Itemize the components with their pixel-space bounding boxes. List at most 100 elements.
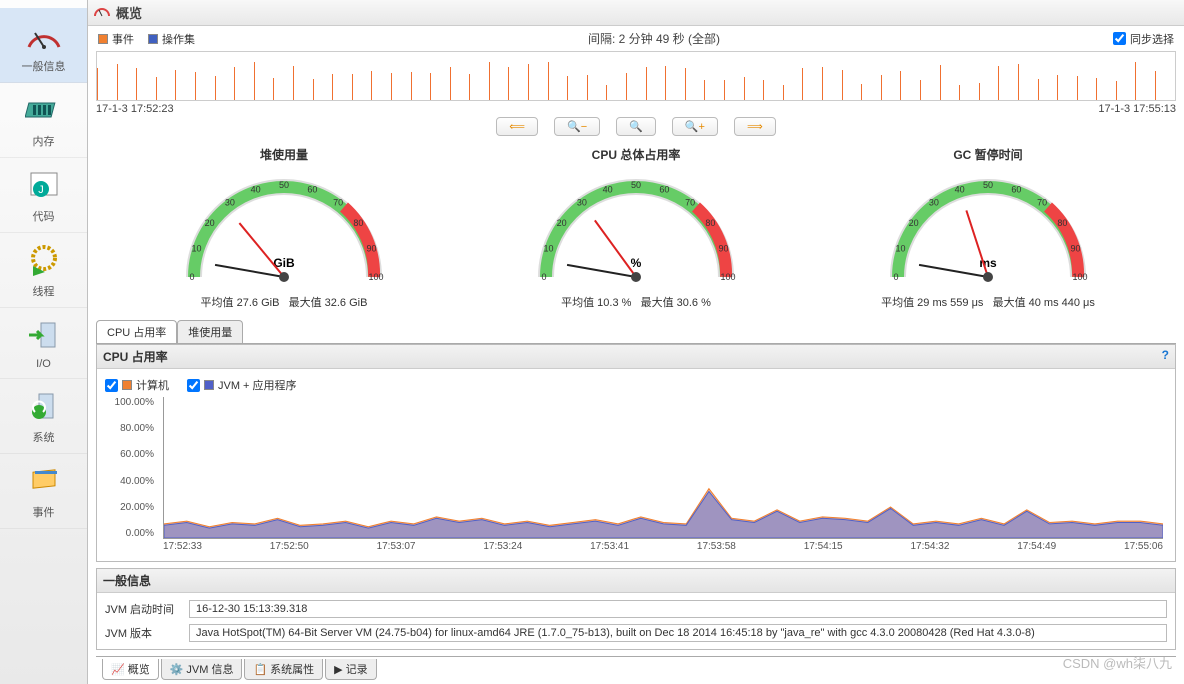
io-icon <box>23 316 65 354</box>
events-chip-icon <box>98 34 108 44</box>
jvm-chip-icon <box>204 380 214 390</box>
zoom-out-button[interactable]: 🔍− <box>554 117 600 136</box>
timeline-ticks <box>97 52 1175 100</box>
bottom-tab[interactable]: 📈 概览 <box>102 659 159 680</box>
svg-text:10: 10 <box>895 244 905 254</box>
jvm-checkbox[interactable] <box>187 379 200 392</box>
svg-text:60: 60 <box>307 185 317 195</box>
sidebar-item-events[interactable]: 事件 <box>0 454 87 529</box>
page-title: 概览 <box>116 3 142 22</box>
svg-text:50: 50 <box>631 180 641 190</box>
svg-text:50: 50 <box>279 180 289 190</box>
nav-buttons: ⟸ 🔍− 🔍 🔍+ ⟹ <box>88 115 1184 142</box>
svg-text:90: 90 <box>366 244 376 254</box>
timeline-end: 17-1-3 17:55:13 <box>1098 103 1176 115</box>
svg-text:80: 80 <box>705 218 715 228</box>
svg-text:100: 100 <box>720 272 735 282</box>
watermark: CSDN @wh柒八九 <box>1063 653 1172 672</box>
general-info-title: 一般信息 <box>103 572 151 589</box>
sidebar-item-io[interactable]: I/O <box>0 308 87 379</box>
svg-text:30: 30 <box>577 198 587 208</box>
sync-checkbox[interactable] <box>1113 32 1126 45</box>
svg-text:80: 80 <box>353 218 363 228</box>
gauge-icon <box>23 16 65 54</box>
sidebar-item-label: I/O <box>36 358 51 370</box>
svg-text:%: % <box>631 256 642 270</box>
sidebar-item-label: 内存 <box>33 133 55 149</box>
svg-text:100: 100 <box>1072 272 1087 282</box>
x-axis: 17:52:3317:52:5017:53:0717:53:2417:53:41… <box>163 541 1163 557</box>
bottom-tab[interactable]: ▶ 记录 <box>325 659 376 680</box>
svg-text:40: 40 <box>603 185 613 195</box>
chart-area: 100.00%80.00%60.00%40.00%20.00%0.00% 17:… <box>105 397 1167 557</box>
tab[interactable]: 堆使用量 <box>177 320 243 343</box>
computer-checkbox[interactable] <box>105 379 118 392</box>
zoom-reset-button[interactable]: 🔍 <box>616 117 656 136</box>
legend-events: 事件 <box>98 31 134 47</box>
svg-text:10: 10 <box>543 244 553 254</box>
svg-text:30: 30 <box>929 198 939 208</box>
timeline-start: 17-1-3 17:52:23 <box>96 103 174 115</box>
sync-select[interactable]: 同步选择 <box>1113 31 1174 47</box>
svg-text:40: 40 <box>955 185 965 195</box>
time-labels: 17-1-3 17:52:23 17-1-3 17:55:13 <box>88 101 1184 115</box>
tab[interactable]: CPU 占用率 <box>96 320 177 343</box>
sidebar-item-memory[interactable]: 内存 <box>0 83 87 158</box>
titlebar: 概览 <box>88 0 1184 26</box>
main-panel: 概览 事件 操作集 间隔: 2 分钟 49 秒 (全部) 同步选择 17-1-3… <box>88 0 1184 684</box>
sidebar-item-general[interactable]: 一般信息 <box>0 8 87 83</box>
y-axis: 100.00%80.00%60.00%40.00%20.00%0.00% <box>105 397 160 539</box>
gauge: 堆使用量 0102030405060708090100 GiB 平均值 27.6… <box>144 146 424 310</box>
gauges-row: 堆使用量 0102030405060708090100 GiB 平均值 27.6… <box>88 142 1184 316</box>
bottom-tab[interactable]: ⚙️ JVM 信息 <box>161 659 243 680</box>
gauge: CPU 总体占用率 0102030405060708090100 % 平均值 1… <box>496 146 776 310</box>
svg-text:80: 80 <box>1057 218 1067 228</box>
svg-text:20: 20 <box>909 218 919 228</box>
nav-back-button[interactable]: ⟸ <box>496 117 538 136</box>
svg-text:70: 70 <box>685 198 695 208</box>
nav-forward-button[interactable]: ⟹ <box>734 117 776 136</box>
plot <box>163 397 1163 539</box>
svg-text:100: 100 <box>368 272 383 282</box>
sidebar-item-code[interactable]: J 代码 <box>0 158 87 233</box>
svg-text:60: 60 <box>1011 185 1021 195</box>
cpu-chart-panel: CPU 占用率 ? 计算机 JVM + 应用程序 100.00%80.00%60… <box>96 344 1176 562</box>
sidebar-item-system[interactable]: 系统 <box>0 379 87 454</box>
gauge: GC 暂停时间 0102030405060708090100 ms 平均值 29… <box>848 146 1128 310</box>
help-icon[interactable]: ? <box>1162 348 1169 365</box>
svg-text:J: J <box>38 184 44 196</box>
panel-title-bar: CPU 占用率 ? <box>97 345 1175 369</box>
cpu-panel-title: CPU 占用率 <box>103 348 168 365</box>
svg-text:70: 70 <box>1037 198 1047 208</box>
computer-chip-icon <box>122 380 132 390</box>
interval-label: 间隔: 2 分钟 49 秒 (全部) <box>209 30 1099 47</box>
events-icon <box>23 462 65 500</box>
sidebar-item-label: 代码 <box>33 208 55 224</box>
timeline[interactable] <box>96 51 1176 101</box>
svg-text:50: 50 <box>983 180 993 190</box>
svg-text:60: 60 <box>659 185 669 195</box>
bottom-tabs: 📈 概览⚙️ JVM 信息📋 系统属性▶ 记录 <box>96 656 1176 682</box>
sidebar-item-label: 一般信息 <box>22 58 66 74</box>
svg-text:0: 0 <box>541 272 546 282</box>
zoom-in-button[interactable]: 🔍+ <box>672 117 718 136</box>
info-row: JVM 版本Java HotSpot(TM) 64-Bit Server VM … <box>105 621 1167 645</box>
svg-text:90: 90 <box>1070 244 1080 254</box>
chart-tabs: CPU 占用率堆使用量 <box>96 320 1176 344</box>
svg-text:40: 40 <box>251 185 261 195</box>
svg-text:20: 20 <box>205 218 215 228</box>
svg-text:0: 0 <box>893 272 898 282</box>
legend-jvm[interactable]: JVM + 应用程序 <box>187 377 297 393</box>
bottom-tab[interactable]: 📋 系统属性 <box>244 659 323 680</box>
system-icon <box>23 387 65 425</box>
sidebar-item-threads[interactable]: 线程 <box>0 233 87 308</box>
legend-opsets: 操作集 <box>148 31 195 47</box>
chart-legend: 计算机 JVM + 应用程序 <box>105 373 1167 397</box>
sidebar-item-label: 系统 <box>33 429 55 445</box>
legend-computer[interactable]: 计算机 <box>105 377 169 393</box>
opsets-chip-icon <box>148 34 158 44</box>
overview-icon <box>94 4 110 21</box>
general-info-title-bar: 一般信息 <box>97 569 1175 593</box>
general-info-panel: 一般信息 JVM 启动时间16-12-30 15:13:39.318JVM 版本… <box>96 568 1176 650</box>
code-icon: J <box>23 166 65 204</box>
